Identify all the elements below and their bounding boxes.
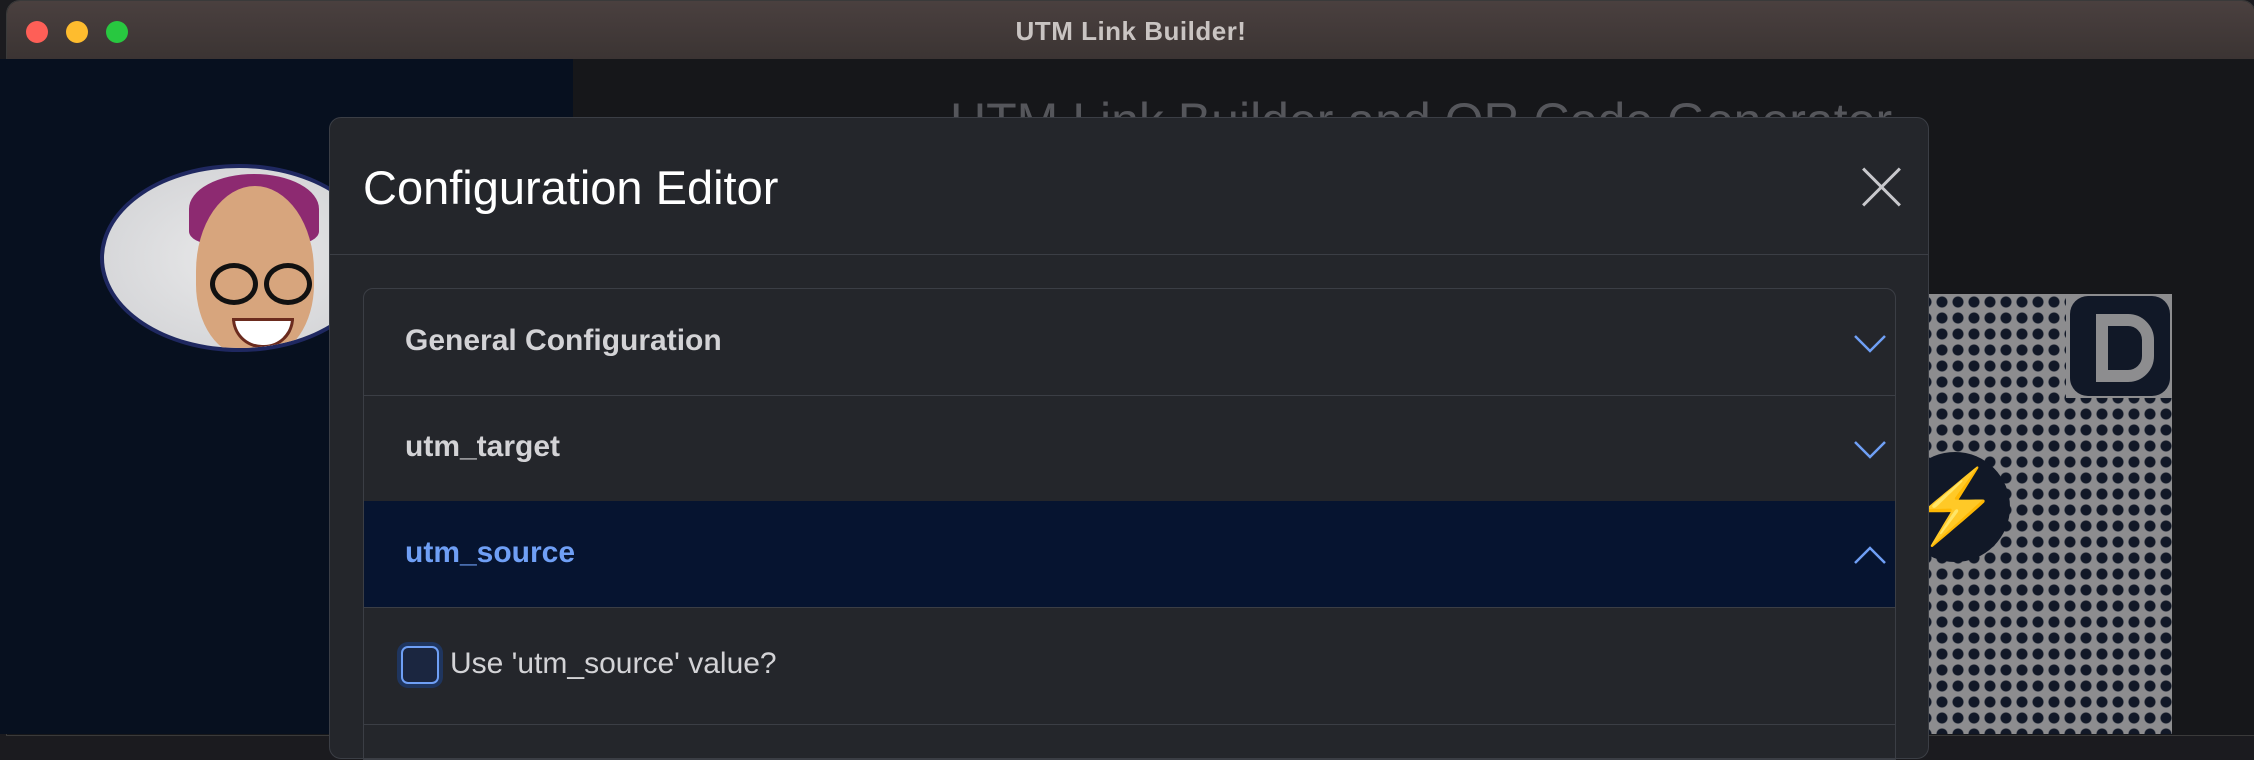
utm-source-panel: Use 'utm_source' value? <box>364 607 1895 759</box>
section-label: General Configuration <box>405 324 722 357</box>
chevron-down-icon <box>1854 441 1886 459</box>
section-general-configuration[interactable]: General Configuration <box>364 289 1895 396</box>
window-title: UTM Link Builder! <box>1015 16 1247 46</box>
use-utm-source-checkbox[interactable] <box>401 646 439 684</box>
chevron-up-icon <box>1854 546 1886 564</box>
use-utm-source-label[interactable]: Use 'utm_source' value? <box>450 647 777 681</box>
section-utm-source[interactable]: utm_source <box>364 501 1895 608</box>
chevron-down-icon <box>1854 335 1886 353</box>
divider <box>364 724 1895 725</box>
section-label: utm_target <box>405 430 561 463</box>
section-utm-target[interactable]: utm_target <box>364 395 1895 502</box>
modal-title: Configuration Editor <box>363 161 779 214</box>
modal-header: Configuration Editor <box>330 118 1928 255</box>
config-accordion: General Configuration utm_target utm_sou… <box>363 288 1896 760</box>
configuration-editor-modal: Configuration Editor General Configurati… <box>329 117 1929 760</box>
section-label: utm_source <box>405 536 576 569</box>
d-logo-icon <box>2070 296 2170 396</box>
close-icon[interactable] <box>1858 164 1904 210</box>
title-bar: UTM Link Builder! <box>7 1 2254 60</box>
